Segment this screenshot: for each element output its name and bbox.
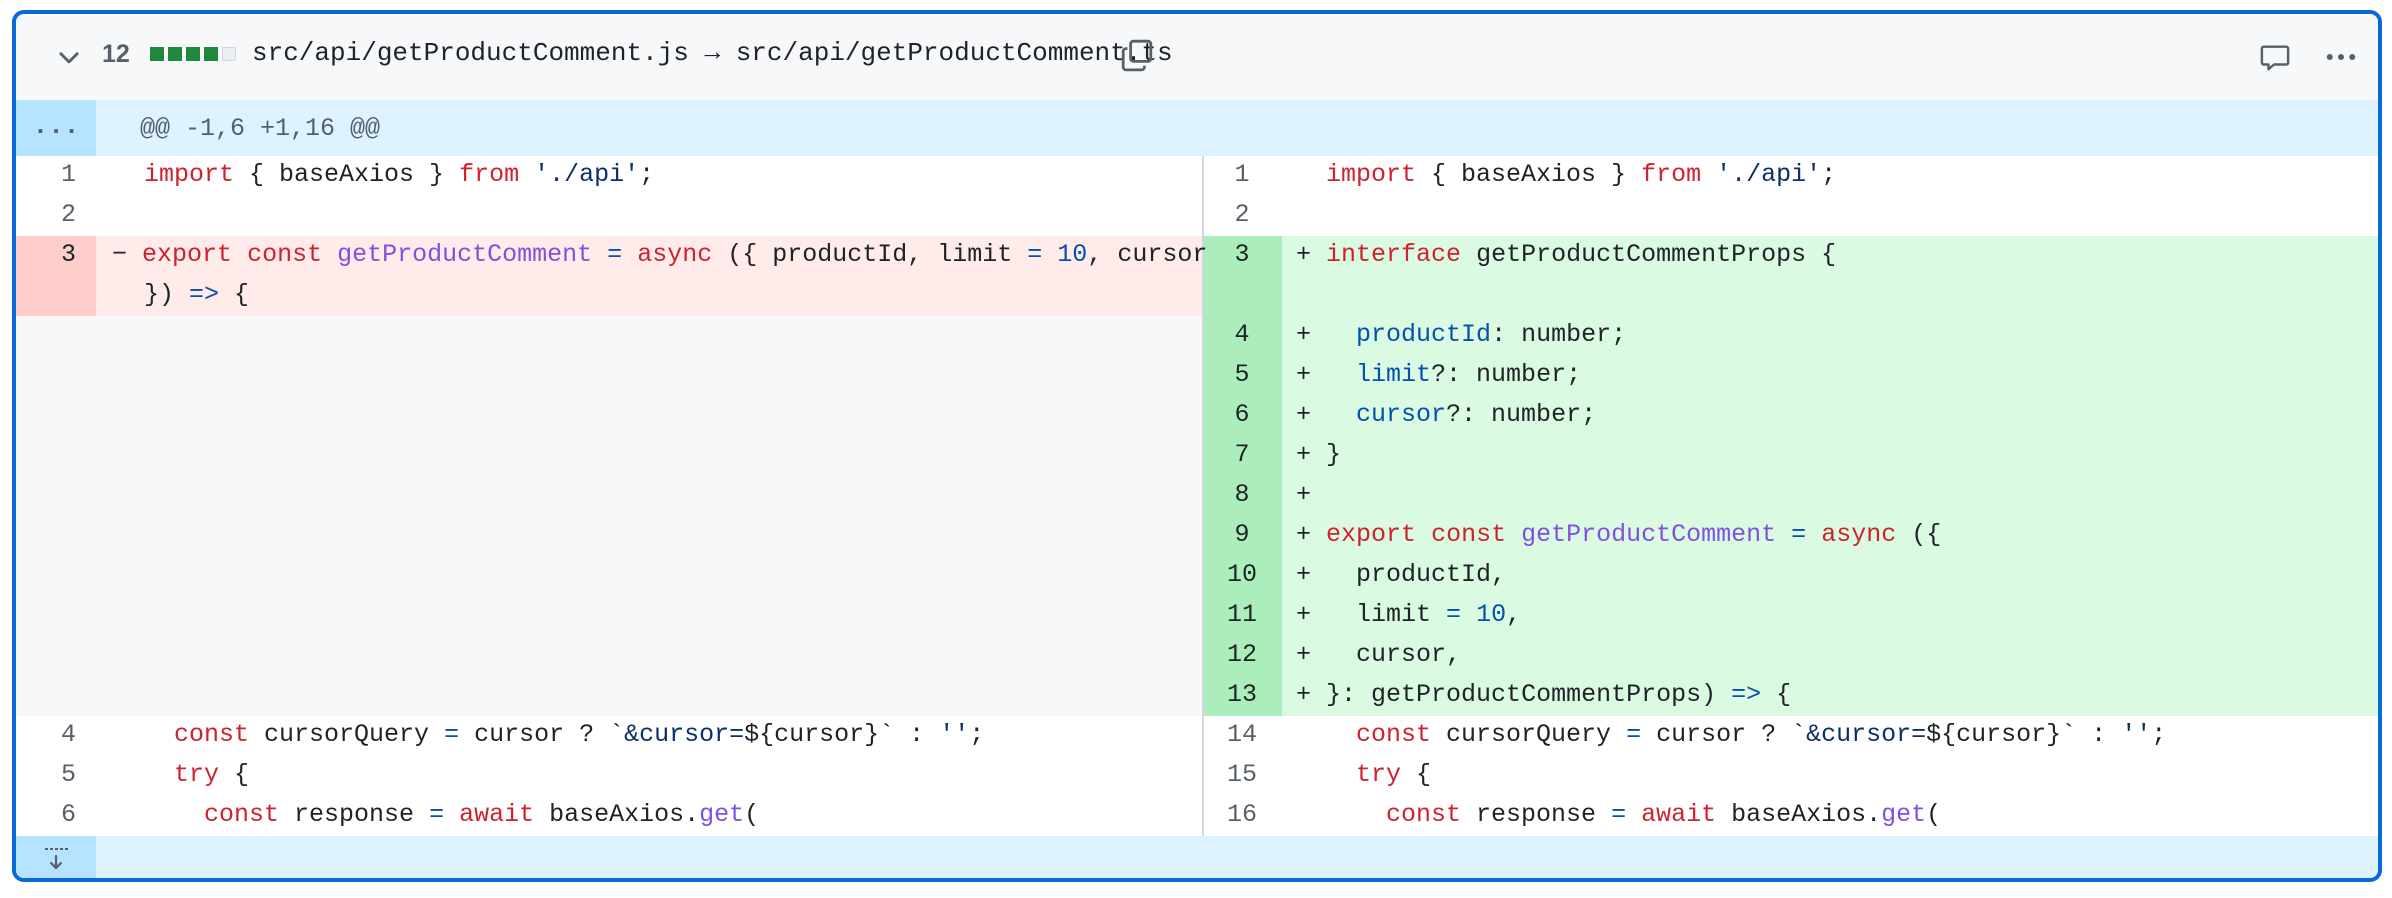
right-line-number[interactable]: 1 xyxy=(1204,160,1280,189)
diffstat-added-block xyxy=(150,47,164,61)
diffstat-added-block xyxy=(168,47,182,61)
file-header: 12 src/api/getProductComment.js → src/ap… xyxy=(16,14,2378,102)
right-added-line: + productId, xyxy=(1296,560,1507,589)
right-line-number[interactable]: 14 xyxy=(1204,720,1280,749)
comment-icon[interactable] xyxy=(2260,42,2290,72)
right-line-number[interactable]: 15 xyxy=(1204,760,1280,789)
left-deleted-line: − export const getProductComment = async… xyxy=(112,240,1208,269)
right-added-line: + limit = 10, xyxy=(1296,600,1522,629)
left-line-number[interactable]: 5 xyxy=(16,760,76,789)
right-added-line: + productId: number; xyxy=(1296,320,1627,349)
diffstat-blocks xyxy=(150,47,236,61)
right-line-number[interactable]: 7 xyxy=(1204,440,1280,469)
left-line-number[interactable]: 1 xyxy=(16,160,76,189)
empty-left-block xyxy=(16,316,1202,716)
old-path: src/api/getProductComment.js xyxy=(252,38,689,68)
right-line-number[interactable]: 5 xyxy=(1204,360,1280,389)
hunk-range: @@ -1,6 +1,16 @@ xyxy=(140,114,381,143)
expand-up-button[interactable]: ... xyxy=(16,100,96,156)
right-line-number[interactable]: 16 xyxy=(1204,800,1280,829)
right-added-line: + interface getProductCommentProps { xyxy=(1296,240,1837,269)
right-line-number[interactable]: 13 xyxy=(1204,680,1280,709)
expand-down-row xyxy=(16,836,2378,878)
right-line-number[interactable]: 2 xyxy=(1204,200,1280,229)
diffstat-added-block xyxy=(186,47,200,61)
right-line-number[interactable]: 12 xyxy=(1204,640,1280,669)
left-line-number[interactable]: 2 xyxy=(16,200,76,229)
diff-file-panel: 12 src/api/getProductComment.js → src/ap… xyxy=(12,10,2382,882)
left-code-line: const cursorQuery = cursor ? `&cursor=${… xyxy=(174,720,985,749)
hunk-header-row: ... @@ -1,6 +1,16 @@ xyxy=(16,100,2378,156)
right-line-number[interactable]: 11 xyxy=(1204,600,1280,629)
chevron-down-icon[interactable] xyxy=(56,44,82,70)
right-line-number[interactable]: 3 xyxy=(1204,240,1280,269)
left-line-number[interactable]: 3 xyxy=(16,240,76,269)
left-line-number[interactable]: 6 xyxy=(16,800,76,829)
right-added-line: + }: getProductCommentProps) => { xyxy=(1296,680,1792,709)
left-code-line: import { baseAxios } from './api'; xyxy=(144,160,655,189)
rename-arrow: → xyxy=(704,38,721,68)
expand-down-icon xyxy=(45,848,68,870)
right-line-number[interactable]: 10 xyxy=(1204,560,1280,589)
right-code-line: const cursorQuery = cursor ? `&cursor=${… xyxy=(1356,720,2167,749)
right-code-line: import { baseAxios } from './api'; xyxy=(1326,160,1837,189)
right-line-number[interactable]: 6 xyxy=(1204,400,1280,429)
right-added-line: + cursor, xyxy=(1296,640,1462,669)
right-line-number[interactable]: 9 xyxy=(1204,520,1280,549)
changes-count: 12 xyxy=(102,40,130,68)
right-line-number[interactable]: 8 xyxy=(1204,480,1280,509)
copy-icon[interactable] xyxy=(1120,38,1154,72)
diffstat-added-block xyxy=(204,47,218,61)
right-added-line: + } xyxy=(1296,440,1342,469)
right-line-number[interactable]: 4 xyxy=(1204,320,1280,349)
left-deleted-line-wrap: }) => { xyxy=(144,280,250,309)
right-code-line: const response = await baseAxios.get( xyxy=(1386,800,1942,829)
left-code-line: const response = await baseAxios.get( xyxy=(204,800,760,829)
right-added-line: + export const getProductComment = async… xyxy=(1296,520,1942,549)
new-path: src/api/getProductComment.ts xyxy=(735,38,1173,68)
expand-ellipsis-icon: ... xyxy=(32,111,80,141)
right-added-line: + limit?: number; xyxy=(1296,360,1582,389)
kebab-menu-icon[interactable] xyxy=(2324,42,2358,72)
expand-down-button[interactable] xyxy=(16,836,96,878)
right-added-line: + cursor?: number; xyxy=(1296,400,1597,429)
right-added-line: + xyxy=(1296,480,1312,509)
diffstat-neutral-block xyxy=(222,47,236,61)
file-path[interactable]: src/api/getProductComment.js → src/api/g… xyxy=(252,38,1173,68)
left-line-number[interactable]: 4 xyxy=(16,720,76,749)
right-code-line: try { xyxy=(1356,760,1432,789)
left-code-line: try { xyxy=(174,760,250,789)
